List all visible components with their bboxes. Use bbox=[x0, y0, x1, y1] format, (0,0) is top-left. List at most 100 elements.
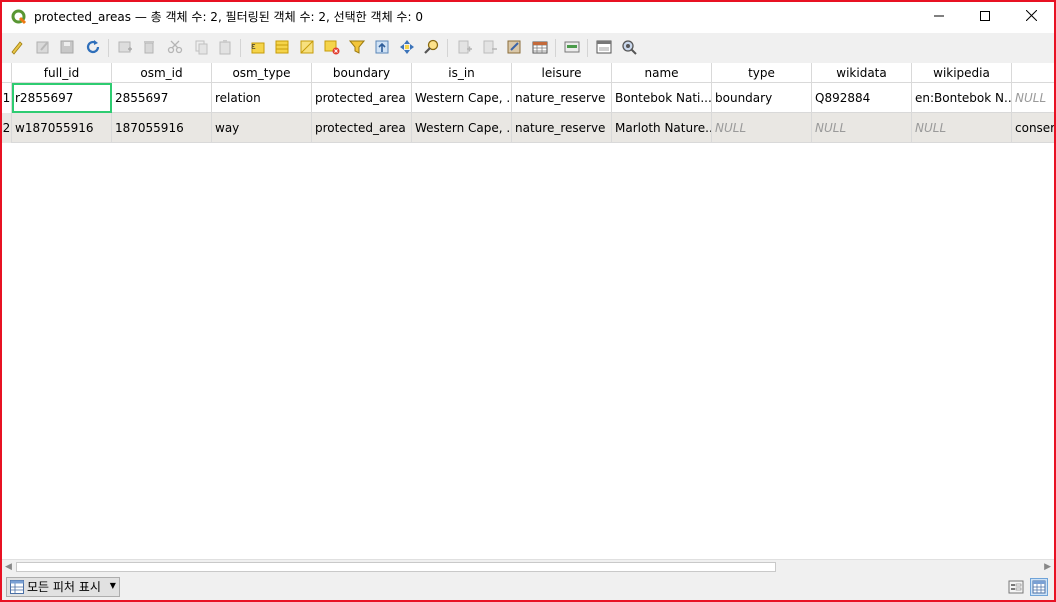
cut-icon bbox=[167, 39, 183, 58]
close-icon bbox=[1025, 9, 1037, 24]
add-feature-icon bbox=[117, 39, 133, 58]
table-cell-boundary[interactable]: protected_area bbox=[312, 83, 412, 113]
filter-select-button[interactable] bbox=[347, 38, 367, 58]
table-cell-osm_type[interactable]: relation bbox=[212, 83, 312, 113]
table-cell-wikidata[interactable]: Q892884 bbox=[812, 83, 912, 113]
column-header-wikidata[interactable]: wikidata bbox=[812, 63, 912, 83]
table-cell-boundary[interactable]: protected_area bbox=[312, 113, 412, 143]
add-feature-button[interactable] bbox=[115, 38, 135, 58]
scrollbar-thumb[interactable] bbox=[16, 562, 776, 572]
move-selection-top-icon bbox=[374, 39, 390, 58]
scroll-right-icon[interactable]: ▶ bbox=[1044, 562, 1051, 572]
actions-button[interactable] bbox=[619, 38, 639, 58]
organize-columns-icon bbox=[532, 39, 548, 58]
invert-selection-icon bbox=[299, 39, 315, 58]
delete-selected-icon bbox=[141, 39, 157, 58]
table-cell-type[interactable]: boundary bbox=[712, 83, 812, 113]
field-calculator-button[interactable] bbox=[504, 38, 524, 58]
window-title: protected_areas — 총 객체 수: 2, 필터링된 객체 수: … bbox=[34, 10, 423, 24]
qgis-logo-icon bbox=[11, 9, 27, 25]
delete-field-icon bbox=[482, 39, 498, 58]
paste-button[interactable] bbox=[215, 38, 235, 58]
table-cell-name[interactable]: Marloth Nature... bbox=[612, 113, 712, 143]
close-button[interactable] bbox=[1008, 2, 1054, 32]
table-cell-osm_id[interactable]: 2855697 bbox=[112, 83, 212, 113]
zoom-to-selected-button[interactable] bbox=[422, 38, 442, 58]
copy-icon bbox=[193, 39, 209, 58]
reload-table-button[interactable] bbox=[83, 38, 103, 58]
minimize-button[interactable] bbox=[916, 2, 962, 32]
toggle-editing-icon bbox=[9, 39, 25, 58]
table-cell-la[interactable]: NULL bbox=[1012, 83, 1054, 113]
save-edits-icon bbox=[59, 39, 75, 58]
table-cell-type[interactable]: NULL bbox=[712, 113, 812, 143]
delete-selected-button[interactable] bbox=[139, 38, 159, 58]
table-cell-wikipedia[interactable]: en:Bontebok N... bbox=[912, 83, 1012, 113]
column-header-wikipedia[interactable]: wikipedia bbox=[912, 63, 1012, 83]
save-edits-button[interactable] bbox=[57, 38, 77, 58]
deselect-all-icon bbox=[324, 39, 340, 58]
invert-selection-button[interactable] bbox=[297, 38, 317, 58]
table-cell-is_in[interactable]: Western Cape, ... bbox=[412, 113, 512, 143]
paste-icon bbox=[217, 39, 233, 58]
column-header-leisure[interactable]: leisure bbox=[512, 63, 612, 83]
maximize-icon bbox=[980, 10, 990, 24]
maximize-button[interactable] bbox=[962, 2, 1008, 32]
header-corner[interactable] bbox=[2, 63, 12, 83]
filter-select-icon bbox=[348, 39, 366, 58]
table-cell-wikidata[interactable]: NULL bbox=[812, 113, 912, 143]
organize-columns-button[interactable] bbox=[530, 38, 550, 58]
table-icon bbox=[10, 580, 24, 594]
attribute-toolbar: ε bbox=[2, 33, 1054, 63]
svg-text:ε: ε bbox=[251, 42, 256, 52]
column-header-osm_id[interactable]: osm_id bbox=[112, 63, 212, 83]
column-header-full_id[interactable]: full_id bbox=[12, 63, 112, 83]
conditional-formatting-button[interactable] bbox=[562, 38, 582, 58]
table-cell-la[interactable]: conserv bbox=[1012, 113, 1054, 143]
title-bar: protected_areas — 총 객체 수: 2, 필터링된 객체 수: … bbox=[2, 2, 1054, 32]
column-header-osm_type[interactable]: osm_type bbox=[212, 63, 312, 83]
zoom-to-selected-icon bbox=[424, 39, 440, 58]
table-cell-name[interactable]: Bontebok Nati... bbox=[612, 83, 712, 113]
pan-to-selected-button[interactable] bbox=[397, 38, 417, 58]
horizontal-scrollbar[interactable]: ◀ ▶ bbox=[2, 559, 1054, 574]
select-by-expression-icon: ε bbox=[249, 39, 265, 58]
table-cell-full_id[interactable]: w187055916 bbox=[12, 113, 112, 143]
table-cell-leisure[interactable]: nature_reserve bbox=[512, 113, 612, 143]
minimize-icon bbox=[934, 10, 944, 24]
cut-button[interactable] bbox=[165, 38, 185, 58]
copy-button[interactable] bbox=[191, 38, 211, 58]
toggle-editing-button[interactable] bbox=[7, 38, 27, 58]
attribute-table-window: protected_areas — 총 객체 수: 2, 필터링된 객체 수: … bbox=[0, 0, 1056, 602]
toggle-multi-edit-button[interactable] bbox=[33, 38, 53, 58]
dock-table-button[interactable] bbox=[594, 38, 614, 58]
table-cell-leisure[interactable]: nature_reserve bbox=[512, 83, 612, 113]
row-number[interactable]: 2 bbox=[2, 113, 12, 143]
field-calculator-icon bbox=[506, 39, 522, 58]
dock-table-icon bbox=[596, 39, 612, 58]
attribute-table: full_id osm_id osm_type boundary is_in leisur… bbox=[2, 63, 1054, 559]
column-header-name[interactable]: name bbox=[612, 63, 712, 83]
table-view-icon[interactable] bbox=[1030, 578, 1048, 596]
table-cell-is_in[interactable]: Western Cape, ... bbox=[412, 83, 512, 113]
delete-field-button[interactable] bbox=[480, 38, 500, 58]
column-header-la[interactable]: la bbox=[1012, 63, 1054, 83]
column-header-type[interactable]: type bbox=[712, 63, 812, 83]
column-header-boundary[interactable]: boundary bbox=[312, 63, 412, 83]
feature-filter-button[interactable]: 모든 피처 표시 ▼ bbox=[6, 577, 120, 597]
table-cell-wikipedia[interactable]: NULL bbox=[912, 113, 1012, 143]
deselect-all-button[interactable] bbox=[322, 38, 342, 58]
toggle-multi-edit-icon bbox=[35, 39, 51, 58]
new-field-button[interactable] bbox=[455, 38, 475, 58]
row-number[interactable]: 1 bbox=[2, 83, 12, 113]
select-all-button[interactable] bbox=[272, 38, 292, 58]
move-selection-top-button[interactable] bbox=[372, 38, 392, 58]
table-cell-osm_id[interactable]: 187055916 bbox=[112, 113, 212, 143]
table-cell-osm_type[interactable]: way bbox=[212, 113, 312, 143]
filter-label: 모든 피처 표시 bbox=[27, 580, 101, 594]
column-header-is_in[interactable]: is_in bbox=[412, 63, 512, 83]
table-cell-full_id[interactable]: r2855697 bbox=[12, 83, 112, 113]
select-by-expression-button[interactable]: ε bbox=[247, 38, 267, 58]
form-view-icon[interactable] bbox=[1007, 578, 1025, 596]
scroll-left-icon[interactable]: ◀ bbox=[5, 562, 12, 572]
